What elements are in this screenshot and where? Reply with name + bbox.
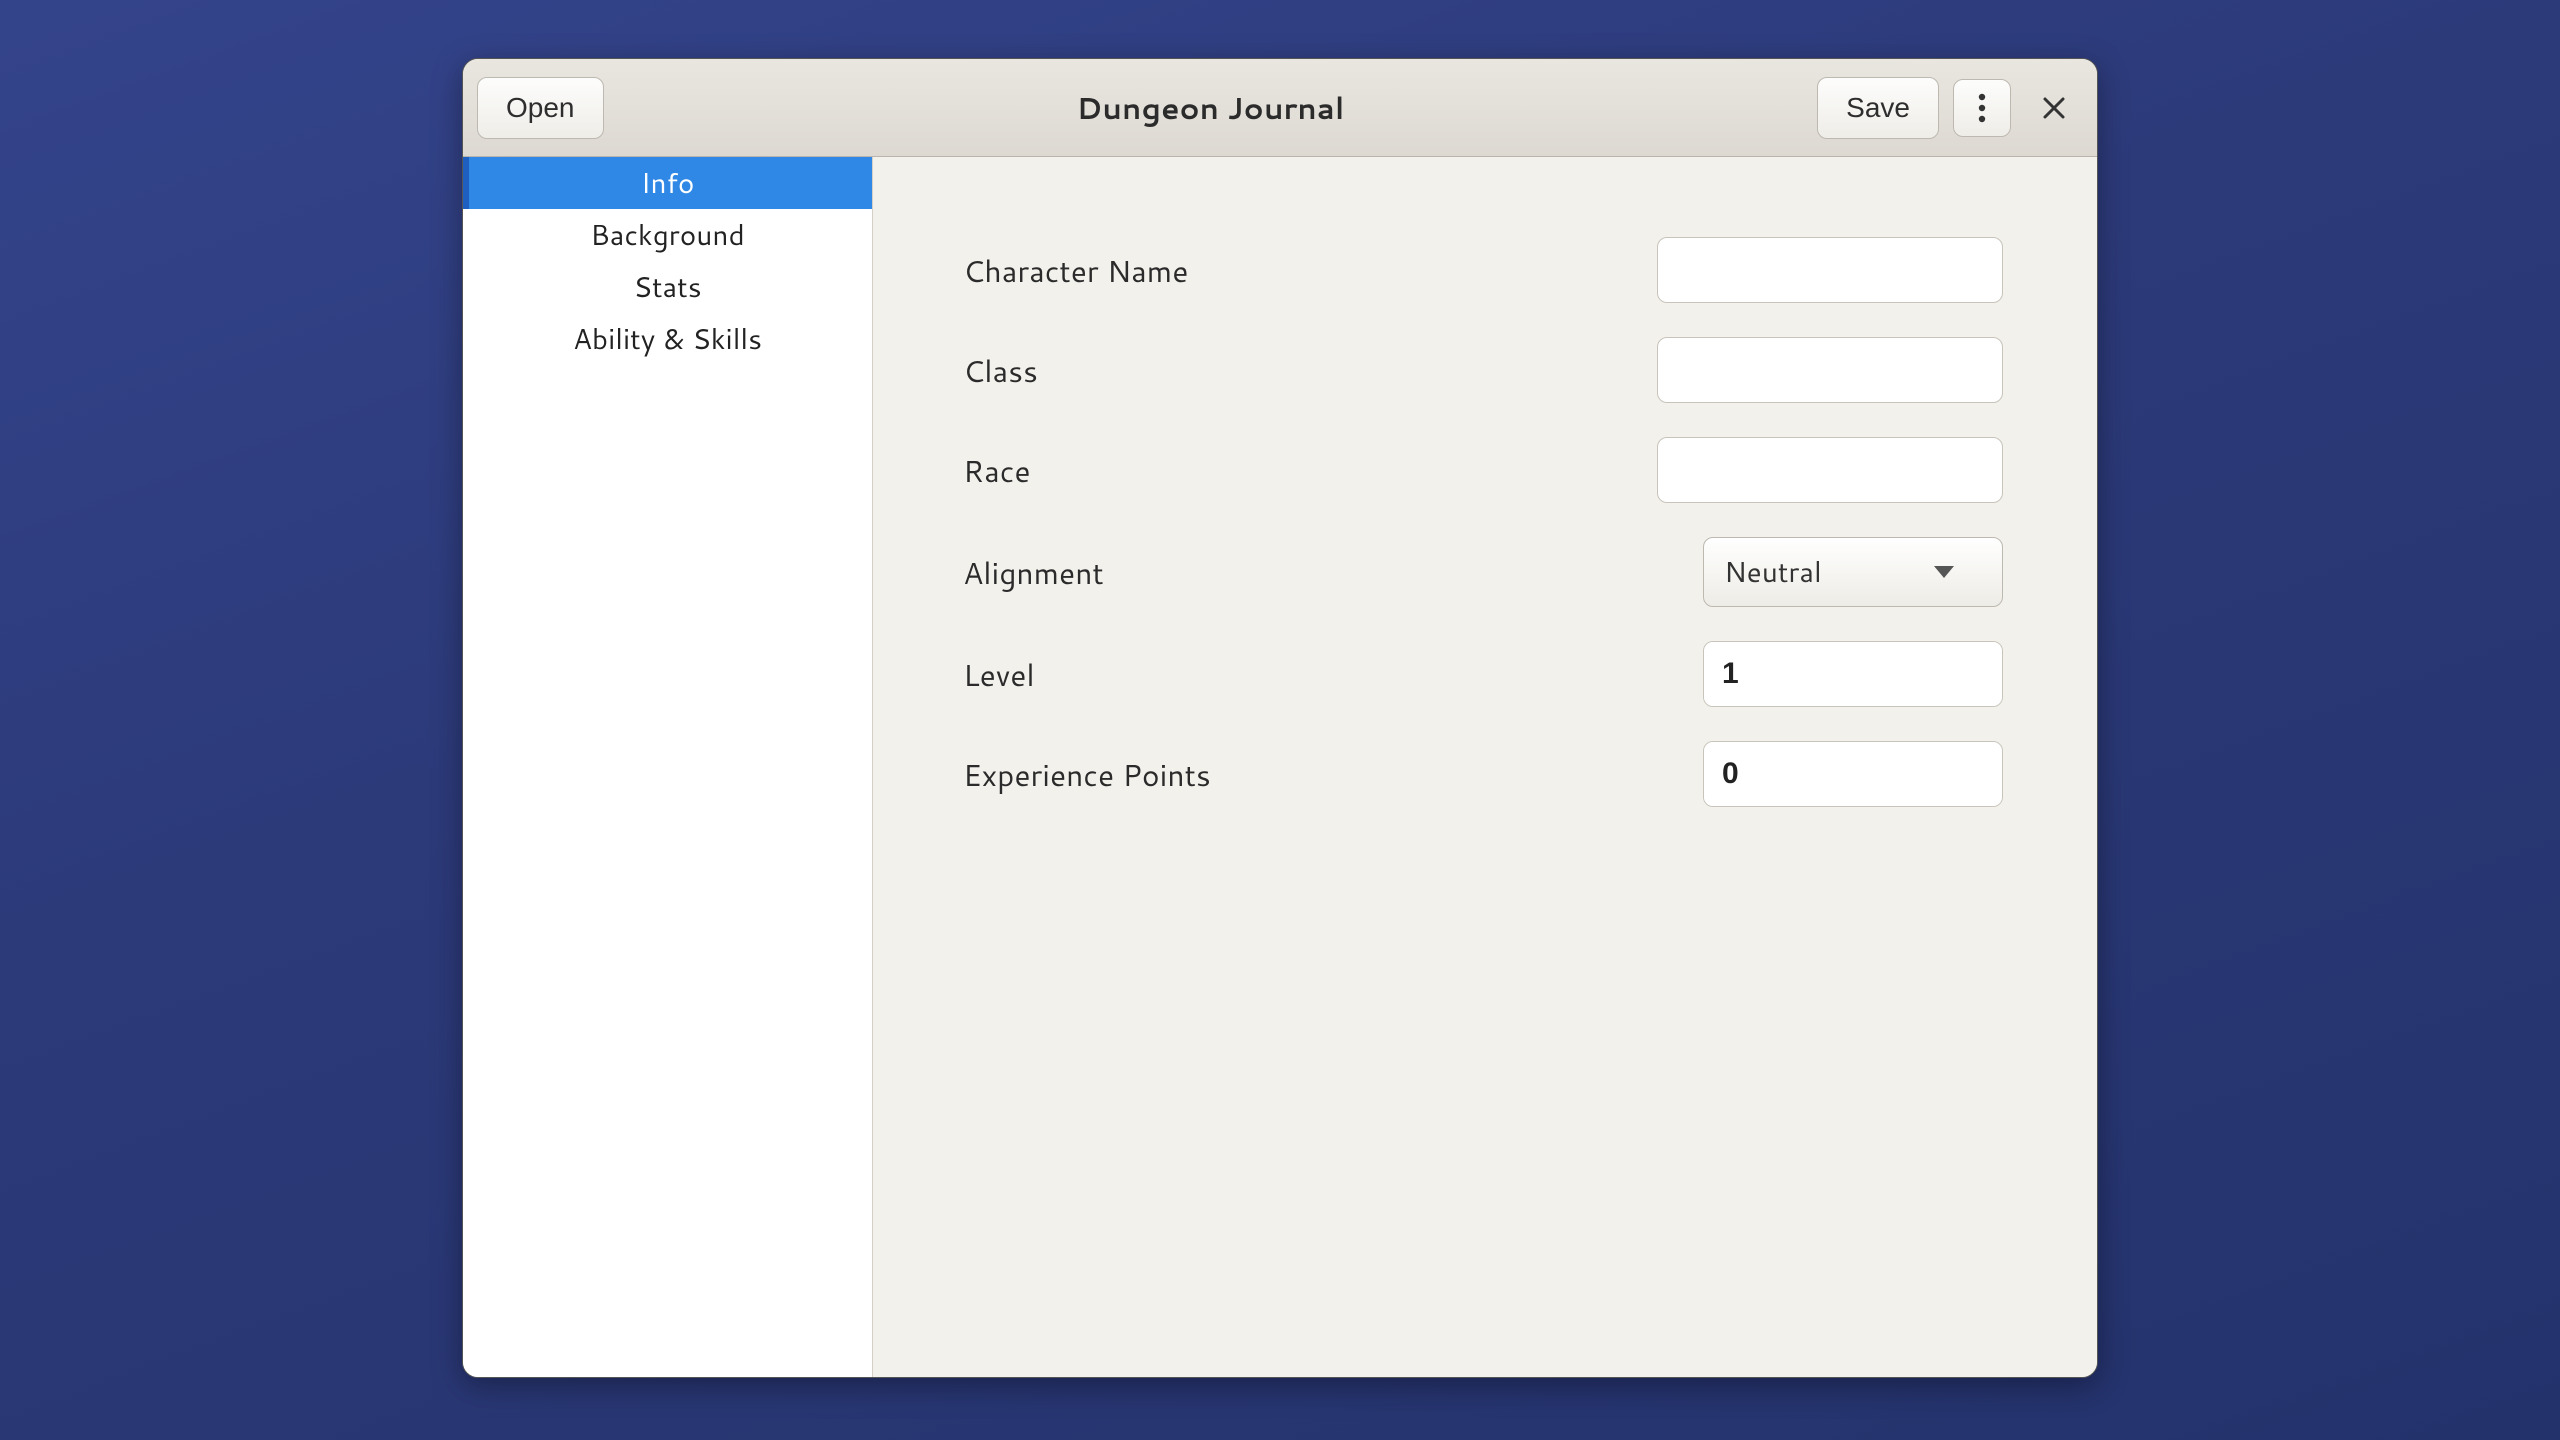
window-title: Dungeon Journal <box>604 86 1818 129</box>
close-button[interactable] <box>2025 79 2083 137</box>
label-xp: Experience Points <box>963 753 1211 796</box>
race-input[interactable] <box>1657 437 2003 503</box>
alignment-value: Neutral <box>1724 552 1822 592</box>
xp-input[interactable] <box>1704 742 2003 806</box>
sidebar-item-background[interactable]: Background <box>463 209 872 261</box>
sidebar-item-info[interactable]: Info <box>463 157 872 209</box>
open-button[interactable]: Open <box>477 77 604 139</box>
class-input[interactable] <box>1657 337 2003 403</box>
sidebar-item-stats[interactable]: Stats <box>463 261 872 313</box>
close-icon <box>2042 96 2066 120</box>
save-button[interactable]: Save <box>1817 77 1939 139</box>
chevron-down-icon <box>1934 566 1954 578</box>
label-alignment: Alignment <box>963 551 1104 594</box>
window-body: Info Background Stats Ability & Skills C… <box>463 157 2097 1377</box>
kebab-icon <box>1978 93 1986 123</box>
level-input[interactable] <box>1704 642 2003 706</box>
character-name-input[interactable] <box>1657 237 2003 303</box>
character-form: Character Name Class Race Alignment Neut… <box>963 237 2003 807</box>
sidebar-item-label: Info <box>641 163 695 203</box>
label-character-name: Character Name <box>963 249 1188 292</box>
row-xp: Experience Points <box>963 741 2003 807</box>
row-character-name: Character Name <box>963 237 2003 303</box>
sidebar-item-label: Ability & Skills <box>573 319 762 359</box>
label-class: Class <box>963 349 1038 392</box>
sidebar-item-label: Background <box>590 215 744 255</box>
row-alignment: Alignment Neutral <box>963 537 2003 607</box>
level-stepper <box>1703 641 2003 707</box>
label-race: Race <box>963 449 1031 492</box>
label-level: Level <box>963 653 1035 696</box>
content-pane: Character Name Class Race Alignment Neut… <box>873 157 2097 1377</box>
menu-button[interactable] <box>1953 79 2011 137</box>
sidebar-item-ability-skills[interactable]: Ability & Skills <box>463 313 872 365</box>
row-class: Class <box>963 337 2003 403</box>
app-window: Open Dungeon Journal Save In <box>462 58 2098 1378</box>
sidebar-item-label: Stats <box>633 267 701 307</box>
row-level: Level <box>963 641 2003 707</box>
row-race: Race <box>963 437 2003 503</box>
titlebar: Open Dungeon Journal Save <box>463 59 2097 157</box>
alignment-select[interactable]: Neutral <box>1703 537 2003 607</box>
sidebar: Info Background Stats Ability & Skills <box>463 157 873 1377</box>
xp-stepper <box>1703 741 2003 807</box>
